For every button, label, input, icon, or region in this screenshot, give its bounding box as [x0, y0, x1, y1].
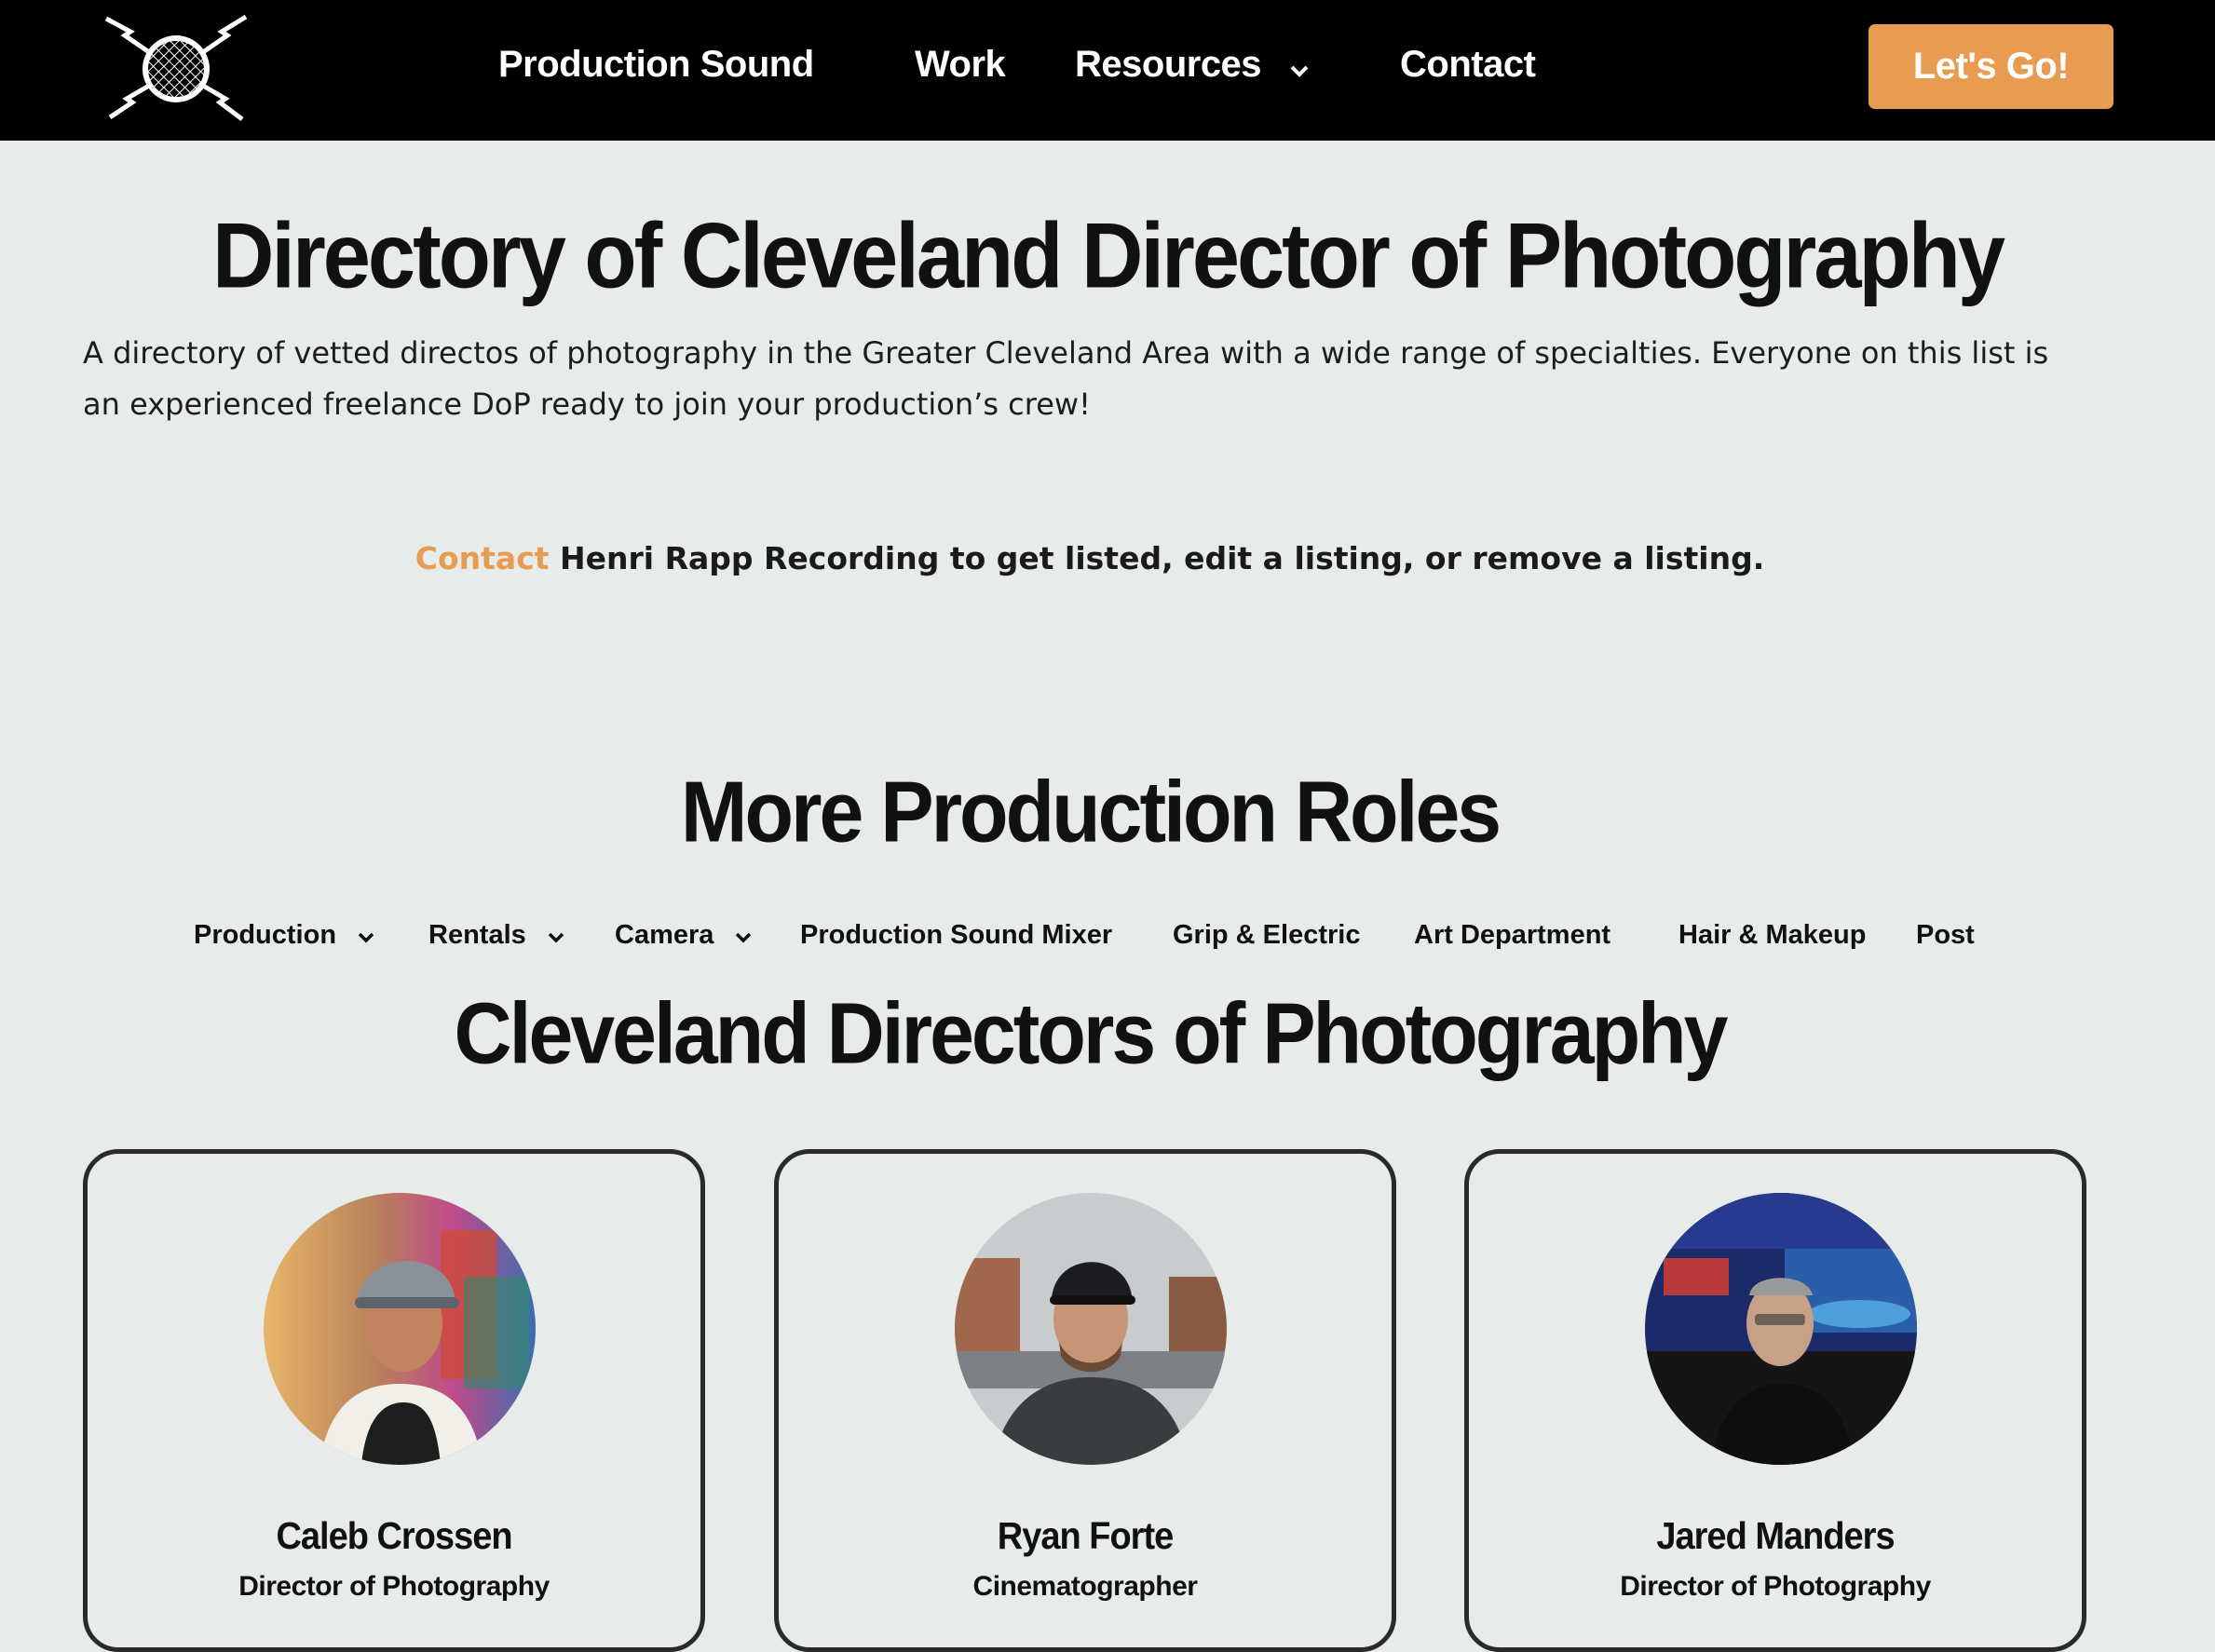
role-label: Hair & Makeup: [1678, 920, 1867, 950]
contact-notice-text: Henri Rapp Recording to get listed, edit…: [549, 540, 1765, 576]
person-name: Ryan Forte: [997, 1515, 1174, 1558]
lets-go-button[interactable]: Let's Go!: [1868, 24, 2113, 109]
nav-label: Contact: [1400, 44, 1536, 85]
role-label: Camera: [615, 920, 714, 950]
nav-label: Work: [915, 44, 1006, 85]
person-title: Director of Photography: [1620, 1571, 1931, 1602]
more-roles-heading: More Production Roles: [680, 764, 1502, 860]
role-label: Rentals: [428, 920, 526, 950]
chevron-down-icon: [734, 915, 753, 956]
avatar: [264, 1193, 536, 1465]
role-label: Grip & Electric: [1173, 920, 1361, 950]
role-hair-makeup[interactable]: Hair & Makeup: [1678, 914, 1866, 955]
intro-paragraph: A directory of vetted directos of photog…: [83, 335, 2049, 422]
contact-notice: Contact Henri Rapp Recording to get list…: [0, 540, 2180, 576]
role-rentals[interactable]: Rentals: [428, 914, 565, 955]
role-post[interactable]: Post: [1916, 914, 1975, 955]
person-name: Caleb Crossen: [276, 1515, 512, 1558]
chevron-down-icon: [357, 915, 375, 956]
role-grip-electric[interactable]: Grip & Electric: [1173, 914, 1360, 955]
logo-icon[interactable]: [101, 13, 251, 123]
nav-label: Resources: [1075, 44, 1262, 85]
person-title: Cinematographer: [972, 1571, 1198, 1602]
nav-label: Production Sound: [498, 44, 814, 85]
person-card[interactable]: Jared Manders Director of Photography: [1464, 1149, 2086, 1652]
role-label: Art Department: [1414, 920, 1611, 950]
person-card[interactable]: Caleb Crossen Director of Photography: [83, 1149, 705, 1652]
chevron-down-icon: [547, 915, 565, 956]
contact-link[interactable]: Contact: [415, 540, 550, 576]
role-label: Post: [1916, 920, 1975, 950]
person-name: Jared Manders: [1656, 1515, 1895, 1558]
site-header: Production Sound Work Resources Contact …: [0, 0, 2215, 141]
avatar: [955, 1193, 1227, 1465]
directory-heading: Cleveland Directors of Photography: [454, 985, 1728, 1082]
role-label: Production Sound Mixer: [800, 920, 1113, 950]
nav-resources[interactable]: Resources: [1075, 41, 1311, 88]
nav-contact[interactable]: Contact: [1400, 41, 1536, 88]
person-card[interactable]: Ryan Forte Cinematographer: [774, 1149, 1396, 1652]
role-art-department[interactable]: Art Department: [1414, 914, 1610, 955]
role-label: Production: [194, 920, 337, 950]
role-production[interactable]: Production: [194, 914, 375, 955]
avatar: [1645, 1193, 1917, 1465]
role-camera[interactable]: Camera: [615, 914, 753, 955]
chevron-down-icon: [1288, 43, 1311, 89]
nav-work[interactable]: Work: [915, 41, 1006, 88]
person-title: Director of Photography: [238, 1571, 550, 1602]
page-title: Directory of Cleveland Director of Photo…: [211, 204, 2005, 308]
nav-production-sound[interactable]: Production Sound: [498, 41, 814, 88]
role-production-sound-mixer[interactable]: Production Sound Mixer: [800, 914, 1112, 955]
